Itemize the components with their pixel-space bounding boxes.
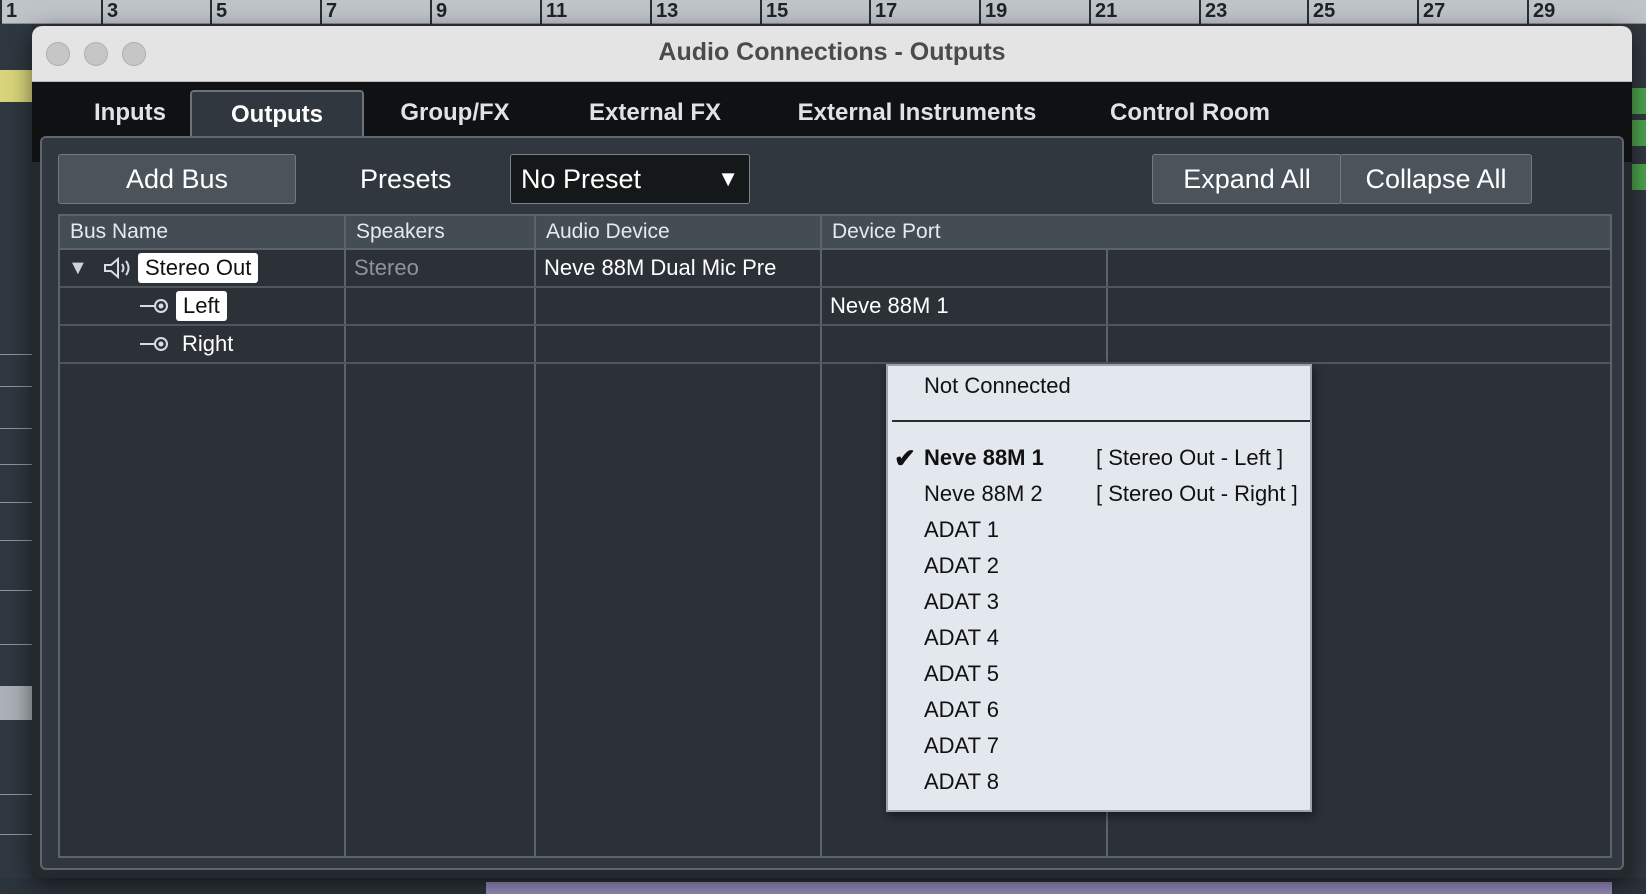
menu-item[interactable]: ADAT 5 <box>888 656 1310 692</box>
add-bus-button[interactable]: Add Bus <box>58 154 296 204</box>
menu-item[interactable]: Neve 88M 2 [ Stereo Out - Right ] <box>888 476 1310 512</box>
ruler-mark: 13 <box>650 0 678 24</box>
tab-external-instruments[interactable]: External Instruments <box>784 90 1050 136</box>
tab-external-fx[interactable]: External FX <box>572 90 738 136</box>
bus-table: Bus Name Speakers Audio Device Device Po… <box>58 214 1612 858</box>
collapse-all-button[interactable]: Collapse All <box>1340 154 1532 204</box>
menu-item-assignment: [ Stereo Out - Right ] <box>1096 481 1298 506</box>
menu-item[interactable]: ADAT 8 <box>888 764 1310 800</box>
column-header-bus-name[interactable]: Bus Name <box>60 216 344 248</box>
outputs-panel: Add Bus Presets No Preset ▼ Expand All C… <box>40 136 1624 870</box>
menu-item-label: ADAT 2 <box>924 553 999 578</box>
output-port-icon <box>140 337 168 351</box>
tab-inputs[interactable]: Inputs <box>64 90 196 136</box>
ruler-mark: 7 <box>320 0 337 24</box>
menu-item[interactable]: ✔ Neve 88M 1 [ Stereo Out - Left ] <box>888 440 1310 476</box>
ruler-mark: 19 <box>979 0 1007 24</box>
menu-item[interactable]: ADAT 1 <box>888 512 1310 548</box>
table-row[interactable]: ▼ Stereo Out Stereo Neve 88M Dual Mic Pr… <box>60 250 1610 288</box>
audio-event <box>0 686 32 720</box>
table-row[interactable]: Right <box>60 326 1610 364</box>
ruler-mark: 15 <box>760 0 788 24</box>
device-port-cell[interactable]: Neve 88M 1 <box>830 288 949 324</box>
table-row[interactable]: Left Neve 88M 1 <box>60 288 1610 326</box>
audio-connections-window: Audio Connections - Outputs Inputs Outpu… <box>32 26 1632 878</box>
channel-name[interactable]: Left <box>176 291 227 321</box>
expand-all-button[interactable]: Expand All <box>1152 154 1342 204</box>
ruler-mark: 3 <box>101 0 118 24</box>
title-bar[interactable]: Audio Connections - Outputs <box>32 26 1632 82</box>
ruler-mark: 5 <box>210 0 227 24</box>
menu-item[interactable]: ADAT 3 <box>888 584 1310 620</box>
audio-event <box>486 882 1612 894</box>
table-header: Bus Name Speakers Audio Device Device Po… <box>60 216 1610 250</box>
speakers-cell[interactable]: Stereo <box>354 250 419 286</box>
column-header-device-port[interactable]: Device Port <box>822 216 1122 248</box>
ruler-mark: 21 <box>1089 0 1117 24</box>
tab-outputs[interactable]: Outputs <box>190 90 364 138</box>
ruler-mark: 23 <box>1199 0 1227 24</box>
menu-item-label: ADAT 6 <box>924 697 999 722</box>
tab-group-fx[interactable]: Group/FX <box>382 90 528 136</box>
menu-item[interactable]: ADAT 6 <box>888 692 1310 728</box>
checkmark-icon: ✔ <box>894 443 916 473</box>
menu-item-label: Neve 88M 2 <box>924 481 1043 506</box>
preset-select[interactable]: No Preset ▼ <box>510 154 750 204</box>
audio-event <box>0 70 32 102</box>
menu-item-label: ADAT 3 <box>924 589 999 614</box>
ruler-mark: 25 <box>1307 0 1335 24</box>
channel-name[interactable]: Right <box>182 326 233 362</box>
menu-item-label: ADAT 7 <box>924 733 999 758</box>
menu-item-label: Neve 88M 1 <box>924 445 1044 470</box>
project-track-area-left <box>0 24 32 894</box>
audio-device-cell[interactable]: Neve 88M Dual Mic Pre <box>544 250 776 286</box>
ruler-mark: 27 <box>1417 0 1445 24</box>
menu-item-label: ADAT 5 <box>924 661 999 686</box>
menu-separator <box>892 420 1310 422</box>
window-title: Audio Connections - Outputs <box>658 38 1006 66</box>
ruler-mark: 11 <box>540 0 567 24</box>
menu-item-assignment: [ Stereo Out - Left ] <box>1096 445 1284 470</box>
output-port-icon <box>140 299 168 313</box>
ruler-mark: 29 <box>1527 0 1555 24</box>
device-port-menu: Not Connected ✔ Neve 88M 1 [ Stereo Out … <box>886 364 1312 812</box>
preset-value: No Preset <box>521 164 642 194</box>
ruler-mark: 17 <box>869 0 897 24</box>
dropdown-arrow-icon: ▼ <box>717 166 739 191</box>
menu-item-label: ADAT 8 <box>924 769 999 794</box>
ruler-mark: 9 <box>430 0 447 24</box>
menu-item[interactable]: ADAT 7 <box>888 728 1310 764</box>
expand-triangle-icon[interactable]: ▼ <box>68 250 88 286</box>
presets-label: Presets <box>360 164 452 194</box>
menu-item-not-connected[interactable]: Not Connected <box>888 368 1310 404</box>
bus-name[interactable]: Stereo Out <box>138 253 259 283</box>
timeline-ruler[interactable]: 1 3 5 7 9 11 13 15 17 19 21 23 25 27 29 <box>0 0 1646 24</box>
menu-item-label: Not Connected <box>924 373 1071 398</box>
menu-item-label: ADAT 4 <box>924 625 999 650</box>
menu-item[interactable]: ADAT 4 <box>888 620 1310 656</box>
menu-item[interactable]: ADAT 2 <box>888 548 1310 584</box>
menu-item-label: ADAT 1 <box>924 517 999 542</box>
column-header-audio-device[interactable]: Audio Device <box>536 216 820 248</box>
speaker-icon <box>104 256 130 280</box>
tab-control-room[interactable]: Control Room <box>1100 90 1280 136</box>
ruler-mark: 1 <box>0 0 17 24</box>
column-header-speakers[interactable]: Speakers <box>346 216 534 248</box>
